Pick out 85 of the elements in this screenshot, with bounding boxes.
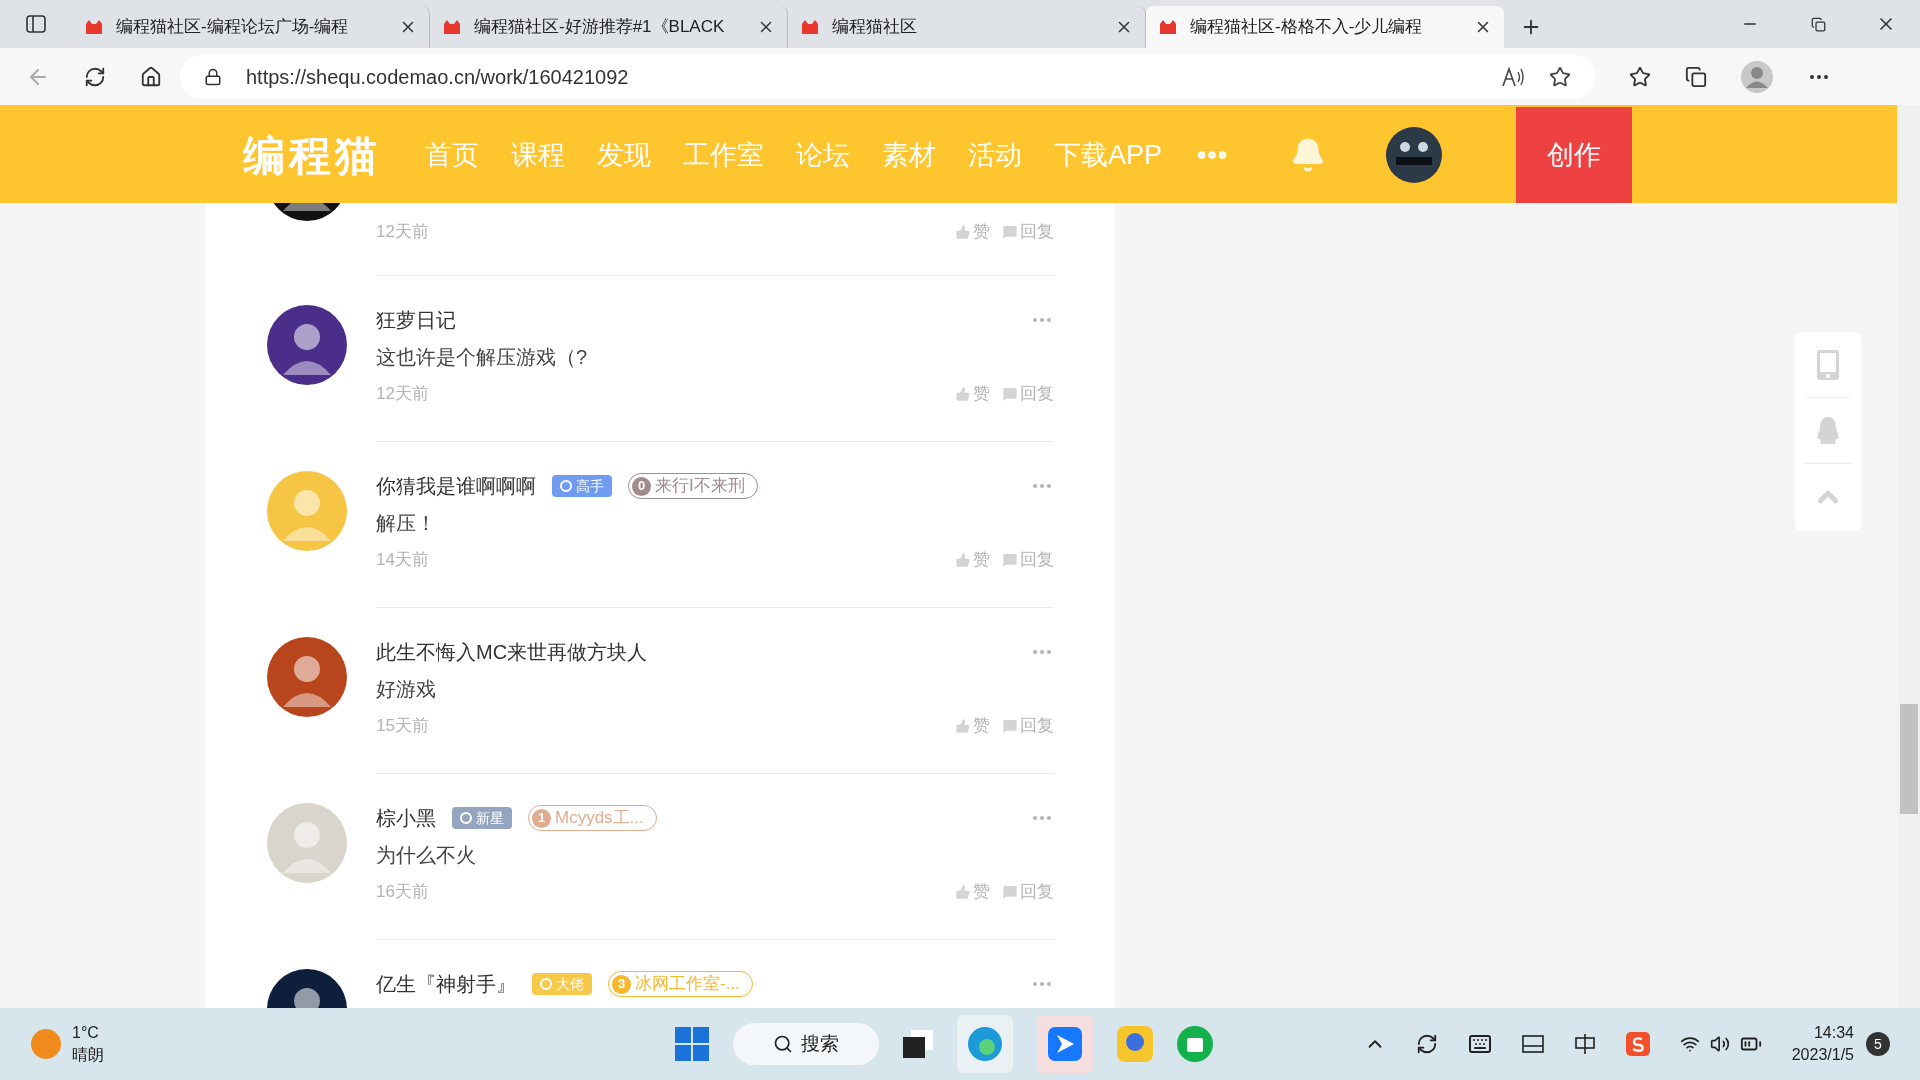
favorites-icon[interactable]: [1629, 65, 1651, 88]
weather-text: 晴朗: [72, 1045, 104, 1065]
comment-time: 12天前: [376, 383, 429, 406]
thumbs-up-icon[interactable]: [955, 224, 971, 240]
thumbs-up-icon[interactable]: [955, 386, 971, 402]
rank-badge: 高手: [552, 475, 612, 497]
nav-link[interactable]: 下载APP: [1054, 134, 1163, 176]
home-icon[interactable]: [140, 65, 162, 88]
avatar[interactable]: [267, 305, 347, 385]
user-name[interactable]: 此生不悔入MC来世再做方块人: [376, 637, 648, 667]
temperature: 1°C: [72, 1023, 100, 1043]
input-method-icon[interactable]: [1573, 1033, 1596, 1055]
tab-actions-icon[interactable]: [26, 15, 46, 33]
scrollbar[interactable]: [1897, 105, 1920, 1008]
comment-text: 解压！: [376, 511, 436, 536]
volume-icon[interactable]: [1709, 1034, 1730, 1054]
nav-link[interactable]: 发现: [597, 134, 651, 176]
read-aloud-icon[interactable]: [1501, 65, 1525, 88]
nav-link[interactable]: 工作室: [683, 134, 764, 176]
bag-app-icon[interactable]: [1176, 1026, 1213, 1062]
cat-logo-icon: [84, 18, 104, 36]
sogou-icon[interactable]: [1625, 1032, 1650, 1056]
reply-button[interactable]: 回复: [1020, 879, 1054, 905]
user-name[interactable]: 狂萝日记: [376, 305, 456, 335]
tab-title: 编程猫社区-编程论坛广场-编程: [116, 16, 350, 39]
nav-link[interactable]: 素材: [882, 134, 936, 176]
bird-app-icon[interactable]: [1116, 1026, 1153, 1062]
favorite-add-icon[interactable]: [1549, 65, 1571, 88]
comment-text: 为什么不火: [376, 843, 476, 868]
start-icon[interactable]: [674, 1027, 709, 1061]
user-name[interactable]: 你猜我是谁啊啊啊: [376, 471, 536, 501]
notification-count[interactable]: 5: [1866, 1032, 1890, 1056]
restore-icon[interactable]: [1810, 16, 1826, 32]
site-logo[interactable]: 编程猫: [243, 123, 381, 187]
browser-tab[interactable]: 编程猫社区-格格不入-少儿编程: [1146, 6, 1504, 48]
like-button[interactable]: 赞: [973, 219, 990, 245]
collections-icon[interactable]: [1685, 65, 1707, 88]
wifi-icon[interactable]: [1679, 1034, 1700, 1054]
tab-title: 编程猫社区: [832, 16, 918, 39]
cat-logo-icon: [1158, 18, 1178, 36]
clock-date[interactable]: 2023/1/5: [1791, 1044, 1854, 1066]
comment-time: 12天前: [376, 221, 429, 244]
cat-logo-icon: [442, 18, 462, 36]
like-button[interactable]: 赞: [973, 879, 990, 905]
sync-icon[interactable]: [1415, 1033, 1438, 1055]
cat-logo-icon: [800, 18, 820, 36]
comment-text: 好游戏: [376, 677, 436, 702]
search-field[interactable]: 搜索: [732, 1023, 879, 1065]
refresh-icon[interactable]: [84, 65, 106, 88]
like-button[interactable]: 赞: [973, 381, 990, 407]
reply-button[interactable]: 回复: [1020, 381, 1054, 407]
like-button[interactable]: 赞: [973, 547, 990, 573]
nav-link[interactable]: 课程: [511, 134, 565, 176]
thumbs-up-icon[interactable]: [955, 884, 971, 900]
comment-text: 这也许是个解压游戏（?: [376, 345, 588, 370]
address-field[interactable]: https://shequ.codemao.cn/work/160421092: [180, 54, 1595, 99]
profile-icon[interactable]: [1741, 60, 1773, 93]
reply-button[interactable]: 回复: [1020, 713, 1054, 739]
tab-title: 编程猫社区-好游推荐#1《BLACK: [474, 16, 726, 39]
like-button[interactable]: 赞: [973, 713, 990, 739]
comment-time: 16天前: [376, 881, 429, 904]
browser-icon[interactable]: [966, 1026, 1003, 1062]
reply-button[interactable]: 回复: [1020, 219, 1054, 245]
search-icon: [772, 1034, 793, 1054]
task-view-icon[interactable]: [902, 1030, 933, 1058]
tab-title: 编程猫社区-格格不入-少儿编程: [1190, 16, 1424, 39]
thumbs-up-icon[interactable]: [955, 552, 971, 568]
comment-time: 15天前: [376, 715, 429, 738]
tablet-mode-icon[interactable]: [1521, 1035, 1544, 1053]
user-name[interactable]: 棕小黑: [376, 803, 436, 833]
rank-badge: 新星: [452, 807, 512, 829]
clock-time[interactable]: 14:34: [1813, 1022, 1854, 1044]
keyboard-icon[interactable]: [1467, 1032, 1492, 1056]
reply-button[interactable]: 回复: [1020, 547, 1054, 573]
user-avatar[interactable]: [1386, 127, 1443, 183]
lock-icon[interactable]: [204, 67, 222, 86]
nav-link[interactable]: 活动: [968, 134, 1022, 176]
nav-link[interactable]: 论坛: [796, 134, 850, 176]
nav-link[interactable]: 首页: [425, 134, 479, 176]
thumbs-up-icon[interactable]: [955, 718, 971, 734]
rank-badge: 大佬: [532, 973, 592, 995]
user-name[interactable]: 亿生『神射手』: [376, 969, 516, 999]
comment-time: 14天前: [376, 549, 429, 572]
app-icon[interactable]: [1047, 1027, 1082, 1061]
create-button[interactable]: 创作: [1516, 107, 1633, 203]
